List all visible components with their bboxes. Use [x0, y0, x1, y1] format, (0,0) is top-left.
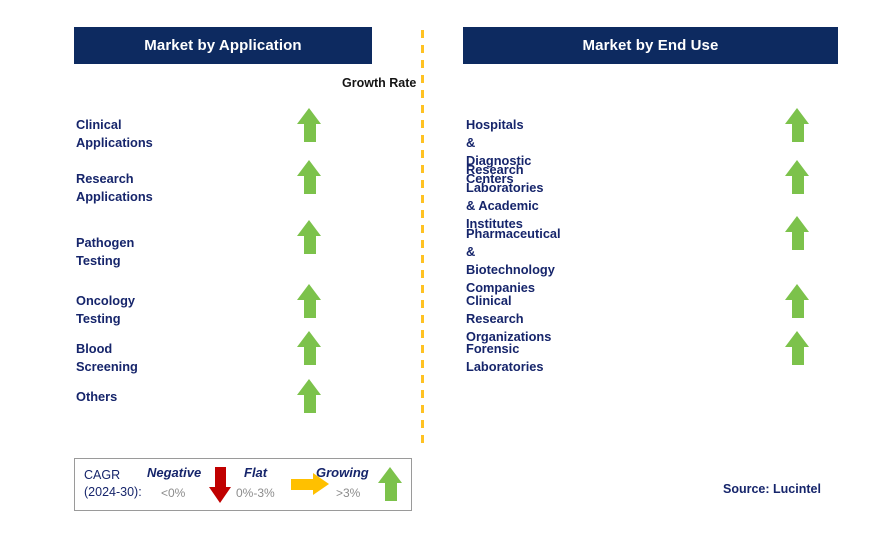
legend-range: 0%-3% [236, 486, 275, 500]
row-label: Clinical Research Organizations [466, 293, 552, 344]
row-label: Clinical Applications [76, 117, 153, 150]
row-label: Blood Screening [76, 341, 138, 374]
arrow-up-icon [297, 220, 322, 254]
growth-indicator [785, 284, 810, 318]
arrow-up-icon [297, 284, 322, 318]
arrow-up-icon [297, 108, 322, 142]
growth-indicator [297, 284, 322, 318]
row-label: Forensic Laboratories [466, 341, 544, 374]
arrow-up-icon [785, 108, 810, 142]
growth-indicator [785, 216, 810, 250]
legend-title: CAGR (2024-30): [84, 468, 142, 499]
growth-indicator [785, 160, 810, 194]
row-label: Pathogen Testing [76, 235, 135, 268]
row-label: Oncology Testing [76, 293, 136, 326]
row-label: Research Laboratories & Academic Institu… [466, 162, 544, 231]
legend-word: Flat [244, 465, 268, 480]
arrow-up-icon [297, 331, 322, 365]
panel-header-enduse: Market by End Use [463, 27, 838, 64]
growth-indicator [297, 379, 322, 413]
growth-indicator [297, 108, 322, 142]
arrow-up-icon [785, 160, 810, 194]
legend-word: Growing [316, 465, 369, 480]
row-label: Others [76, 389, 118, 404]
arrow-up-icon [785, 284, 810, 318]
arrow-down-icon [209, 467, 231, 503]
arrow-up-icon [297, 379, 322, 413]
arrow-up-icon [378, 467, 403, 501]
row-label: Pharmaceutical & Biotechnology Companies [466, 226, 561, 295]
source-note: Source: Lucintel [723, 482, 821, 496]
legend-range: >3% [336, 486, 361, 500]
arrow-up-icon [297, 160, 322, 194]
arrow-up-icon [785, 216, 810, 250]
growth-indicator [297, 220, 322, 254]
panel-header-application: Market by Application [74, 27, 372, 64]
legend-word: Negative [147, 465, 202, 480]
growth-indicator [785, 331, 810, 365]
growth-indicator [297, 160, 322, 194]
legend-range: <0% [161, 486, 186, 500]
arrow-up-icon [785, 331, 810, 365]
row-label: Research Applications [76, 171, 153, 204]
growth-indicator [785, 108, 810, 142]
growth-indicator [297, 331, 322, 365]
growth-rate-header-application: Growth Rate [342, 76, 417, 90]
cagr-legend: CAGR (2024-30): Negative <0% Flat 0%-3% … [74, 458, 412, 511]
panel-divider [421, 30, 424, 445]
